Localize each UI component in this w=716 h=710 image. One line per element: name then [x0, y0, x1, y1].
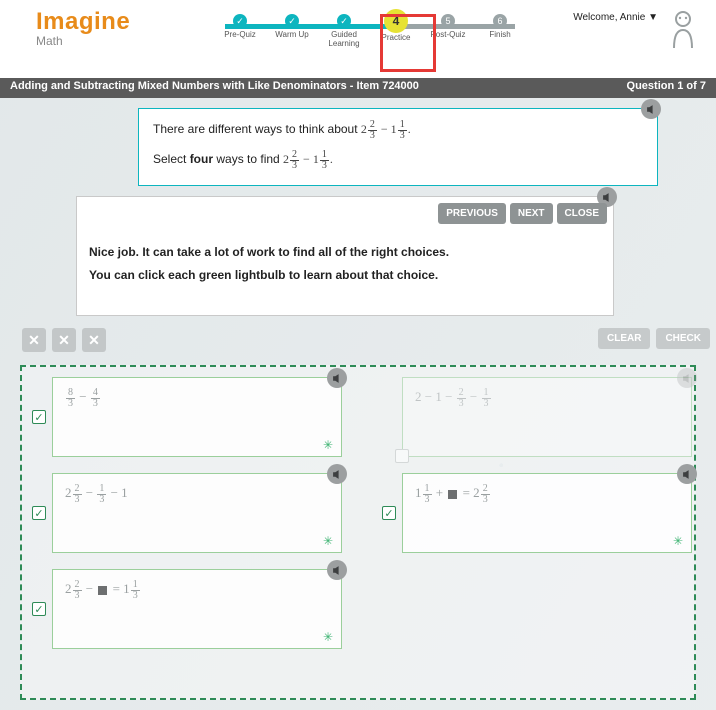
brand-sub: Math [36, 34, 130, 48]
clear-button[interactable]: CLEAR [598, 328, 650, 349]
math-expression: 223 − 113. [283, 152, 333, 166]
checkbox-checked[interactable]: ✓ [382, 506, 396, 520]
welcome-text[interactable]: Welcome, Annie ▼ [573, 12, 658, 23]
choice-wrap: ✓ 83 − 43 ✳ [32, 377, 342, 457]
step-dot: 6 [493, 14, 507, 28]
prompt-box: There are different ways to think about … [138, 108, 658, 186]
choice-wrap: ✓ 223 − 13 − 1 ✳ [32, 473, 342, 553]
logo: Imagine Math [36, 8, 130, 48]
answer-row: ✓ 223 − = 113 ✳ [32, 569, 684, 649]
lightbulb-icon[interactable]: ✳ [323, 534, 333, 548]
step-guided: ✓Guided Learning [319, 14, 369, 48]
brand-name: Imagine [36, 8, 130, 36]
feedback-buttons: PREVIOUS NEXT CLOSE [438, 203, 607, 224]
app-root: Imagine Math ✓Pre-Quiz ✓Warm Up ✓Guided … [0, 0, 716, 710]
feedback-text: Nice job. It can take a lot of work to f… [89, 241, 601, 287]
lightbulb-icon[interactable]: ✳ [323, 630, 333, 644]
checkbox-checked[interactable]: ✓ [32, 506, 46, 520]
math-expression: 223 − 13 − 1 [65, 485, 128, 500]
answer-choice-5[interactable]: 223 − = 113 ✳ [52, 569, 342, 649]
speaker-icon[interactable] [677, 368, 697, 388]
step-prequiz: ✓Pre-Quiz [215, 14, 265, 48]
progress-bar: ✓Pre-Quiz ✓Warm Up ✓Guided Learning 4Pra… [215, 14, 525, 48]
math-expression: 2 − 1 − 23 − 13 [415, 389, 492, 404]
lesson-title: Adding and Subtracting Mixed Numbers wit… [10, 80, 419, 98]
speaker-icon[interactable] [677, 464, 697, 484]
progress-steps: ✓Pre-Quiz ✓Warm Up ✓Guided Learning 4Pra… [215, 14, 525, 48]
check-icon: ✓ [285, 14, 299, 28]
speaker-icon[interactable] [327, 368, 347, 388]
close-button[interactable]: CLOSE [557, 203, 607, 224]
answer-area: ✓ 83 − 43 ✳ 2 − 1 − 23 − 13 [20, 365, 696, 700]
speaker-icon[interactable] [641, 99, 661, 119]
step-dot: 5 [441, 14, 455, 28]
action-buttons: CLEAR CHECK [598, 328, 710, 349]
choice-wrap: ✓ 223 − = 113 ✳ [32, 569, 342, 649]
speaker-icon[interactable] [327, 464, 347, 484]
choice-wrap: 2 − 1 − 23 − 13 [382, 377, 692, 457]
answer-choice-1[interactable]: 83 − 43 ✳ [52, 377, 342, 457]
previous-button[interactable]: PREVIOUS [438, 203, 506, 224]
strike-button[interactable]: ✕ [22, 328, 46, 352]
checkbox-empty[interactable] [395, 449, 409, 463]
answer-choice-4[interactable]: 113 + = 223 ✳ [402, 473, 692, 553]
answer-row: ✓ 83 − 43 ✳ 2 − 1 − 23 − 13 [32, 377, 684, 457]
content-area: There are different ways to think about … [0, 98, 716, 710]
strike-button[interactable]: ✕ [82, 328, 106, 352]
choice-wrap: ✓ 113 + = 223 ✳ [382, 473, 692, 553]
step-warmup: ✓Warm Up [267, 14, 317, 48]
answer-choice-2[interactable]: 2 − 1 − 23 − 13 [402, 377, 692, 457]
check-icon: ✓ [337, 14, 351, 28]
check-button[interactable]: CHECK [656, 328, 710, 349]
avatar-icon[interactable] [668, 10, 698, 50]
next-button[interactable]: NEXT [510, 203, 553, 224]
math-expression: 113 + = 223 [415, 485, 491, 500]
answer-choice-3[interactable]: 223 − 13 − 1 ✳ [52, 473, 342, 553]
practice-highlight [380, 14, 436, 72]
question-counter: Question 1 of 7 [627, 80, 706, 98]
prompt-line-2: Select four ways to find 223 − 113. [153, 149, 643, 171]
prompt-line-1: There are different ways to think about … [153, 119, 643, 141]
lightbulb-icon[interactable]: ✳ [323, 438, 333, 452]
lightbulb-icon[interactable]: ✳ [673, 534, 683, 548]
checkbox-checked[interactable]: ✓ [32, 602, 46, 616]
step-finish: 6Finish [475, 14, 525, 48]
math-expression: 83 − 43 [65, 389, 101, 404]
title-bar: Adding and Subtracting Mixed Numbers wit… [0, 78, 716, 98]
strike-row: ✕ ✕ ✕ [22, 328, 106, 352]
math-expression: 223 − = 113 [65, 581, 141, 596]
speaker-icon[interactable] [327, 560, 347, 580]
math-expression: 223 − 113. [361, 122, 411, 136]
strike-button[interactable]: ✕ [52, 328, 76, 352]
feedback-box: PREVIOUS NEXT CLOSE Nice job. It can tak… [76, 196, 614, 316]
answer-row: ✓ 223 − 13 − 1 ✳ ✓ 113 + = 223 ✳ [32, 473, 684, 553]
header: Imagine Math ✓Pre-Quiz ✓Warm Up ✓Guided … [0, 0, 716, 78]
check-icon: ✓ [233, 14, 247, 28]
checkbox-checked[interactable]: ✓ [32, 410, 46, 424]
